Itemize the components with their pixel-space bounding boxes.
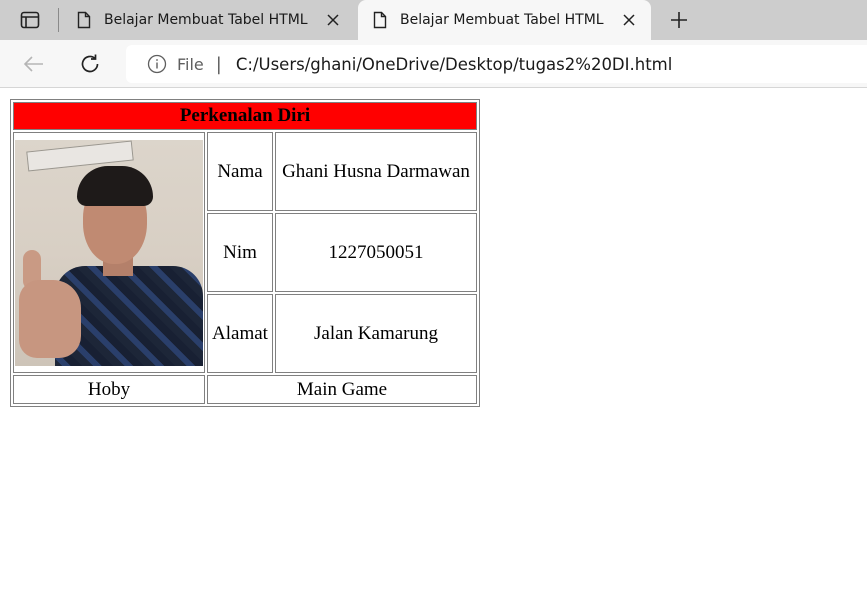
page-icon [74, 10, 94, 30]
tab-separator [58, 8, 59, 32]
address-separator: | [215, 53, 222, 75]
table-header: Perkenalan Diri [13, 102, 477, 130]
label-hoby: Hoby [13, 375, 205, 404]
tab-inactive[interactable]: Belajar Membuat Tabel HTML [62, 0, 355, 40]
tab-active[interactable]: Belajar Membuat Tabel HTML [358, 0, 651, 40]
back-button[interactable] [20, 51, 48, 77]
plus-icon [671, 12, 687, 28]
tab-actions-icon [20, 11, 40, 29]
close-icon [623, 14, 635, 26]
label-nim: Nim [207, 213, 273, 292]
new-tab-button[interactable] [666, 8, 692, 32]
reload-icon [81, 54, 99, 73]
reload-button[interactable] [76, 51, 104, 77]
info-icon[interactable] [146, 53, 168, 75]
browser-toolbar: File | C:/Users/ghani/OneDrive/Desktop/t… [0, 40, 867, 88]
profile-table: Perkenalan Diri Nama Ghani Husna Darmawa… [10, 99, 480, 407]
label-nama: Nama [207, 132, 273, 211]
value-nama: Ghani Husna Darmawan [275, 132, 477, 211]
value-hoby: Main Game [207, 375, 477, 404]
scheme-label: File [177, 54, 204, 74]
tab-strip: Belajar Membuat Tabel HTML Belajar Membu… [0, 0, 867, 40]
profile-photo [15, 139, 203, 366]
back-arrow-icon [23, 56, 43, 72]
value-nim: 1227050051 [275, 213, 477, 292]
address-bar[interactable]: File | C:/Users/ghani/OneDrive/Desktop/t… [126, 45, 867, 83]
tab-title: Belajar Membuat Tabel HTML [104, 12, 308, 28]
close-icon [327, 14, 339, 26]
close-tab-button[interactable] [617, 8, 641, 32]
value-alamat: Jalan Kamarung [275, 294, 477, 373]
tab-title: Belajar Membuat Tabel HTML [400, 12, 604, 28]
page-content: Perkenalan Diri Nama Ghani Husna Darmawa… [0, 89, 867, 602]
url-text[interactable]: C:/Users/ghani/OneDrive/Desktop/tugas2%2… [236, 55, 672, 74]
tab-actions-button[interactable] [14, 8, 46, 32]
label-alamat: Alamat [207, 294, 273, 373]
close-tab-button[interactable] [321, 8, 345, 32]
page-icon [370, 10, 390, 30]
photo-cell [13, 132, 205, 373]
